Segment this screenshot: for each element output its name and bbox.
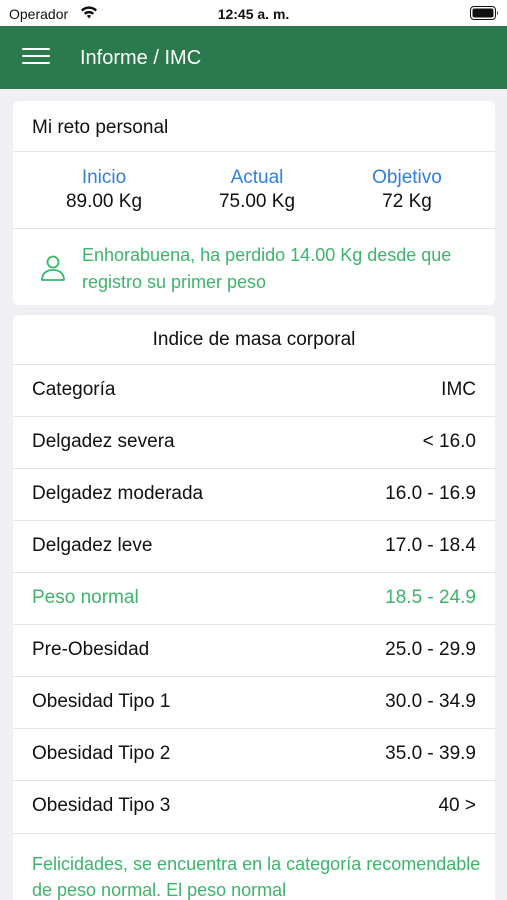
table-row: Obesidad Tipo 2 35.0 - 39.9: [13, 728, 495, 780]
battery-icon: [470, 6, 498, 20]
divider: [13, 228, 495, 229]
stat-start-value: 89.00 Kg: [65, 191, 143, 212]
row-category: Obesidad Tipo 1: [32, 691, 171, 712]
stat-start-label: Inicio: [81, 167, 127, 188]
table-row: Delgadez severa < 16.0: [13, 416, 495, 468]
row-category: Delgadez leve: [32, 535, 153, 556]
row-imc: 25.0 - 29.9: [385, 639, 476, 660]
row-category: Peso normal: [32, 587, 139, 608]
row-category: Obesidad Tipo 3: [32, 795, 171, 816]
row-imc: 17.0 - 18.4: [385, 535, 476, 556]
divider: [13, 151, 495, 152]
app-bar: Informe / IMC: [0, 26, 507, 89]
table-row: Obesidad Tipo 1 30.0 - 34.9: [13, 676, 495, 728]
row-category: Pre-Obesidad: [32, 639, 150, 660]
table-row: Delgadez moderada 16.0 - 16.9: [13, 468, 495, 520]
status-time: 12:45 a. m.: [217, 6, 290, 22]
table-row: Obesidad Tipo 3 40 >: [13, 780, 495, 832]
table-row-highlighted: Peso normal 18.5 - 24.9: [13, 572, 495, 624]
row-category: Delgadez moderada: [32, 483, 204, 504]
row-imc: 40 >: [438, 795, 476, 816]
stat-current: Actual 75.00 Kg: [177, 167, 337, 215]
row-imc: 16.0 - 16.9: [385, 483, 476, 504]
row-category: Delgadez severa: [32, 431, 175, 452]
status-bar: Operador 12:45 a. m.: [0, 0, 507, 26]
row-category: Obesidad Tipo 2: [32, 743, 171, 764]
stat-current-value: 75.00 Kg: [218, 191, 296, 212]
stat-goal-value: 72 Kg: [382, 191, 432, 212]
table-header-row: Categoría IMC: [13, 364, 495, 416]
challenge-title: Mi reto personal: [32, 117, 169, 138]
stat-current-label: Actual: [230, 167, 284, 188]
divider: [13, 833, 495, 834]
row-imc: < 16.0: [422, 431, 476, 452]
bmi-result-message: Felicidades, se encuentra en la categorí…: [32, 854, 481, 900]
weight-loss-message: Enhorabuena, ha perdido 14.00 Kg desde q…: [82, 245, 452, 292]
bmi-title: Indice de masa corporal: [152, 329, 356, 350]
row-imc: 18.5 - 24.9: [385, 587, 476, 608]
stat-start: Inicio 89.00 Kg: [24, 167, 184, 215]
row-imc: 35.0 - 39.9: [385, 743, 476, 764]
person-icon: [41, 255, 65, 281]
row-imc: 30.0 - 34.9: [385, 691, 476, 712]
table-row: Delgadez leve 17.0 - 18.4: [13, 520, 495, 572]
personal-challenge-card: Mi reto personal Inicio 89.00 Kg Actual …: [13, 101, 495, 305]
stat-goal-label: Objetivo: [372, 167, 442, 188]
bmi-card: Indice de masa corporal Categoría IMC De…: [13, 315, 495, 900]
stat-goal: Objetivo 72 Kg: [327, 167, 487, 215]
hamburger-menu-icon[interactable]: [22, 48, 50, 68]
page-title: Informe / IMC: [80, 47, 202, 69]
header-imc: IMC: [441, 379, 476, 400]
header-category: Categoría: [32, 379, 116, 400]
table-row: Pre-Obesidad 25.0 - 29.9: [13, 624, 495, 676]
